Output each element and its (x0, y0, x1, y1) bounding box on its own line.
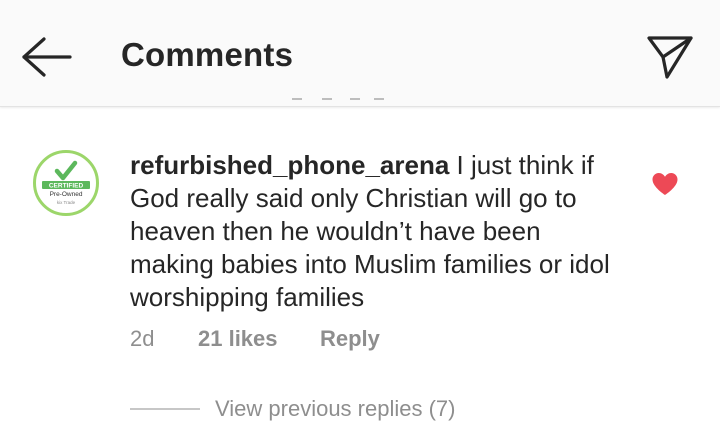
comment-body: refurbished_phone_arena I just think if … (130, 149, 630, 314)
badge-certified-text: CERTIFIED (49, 183, 84, 190)
scroll-indicator (292, 98, 384, 100)
paper-plane-icon (647, 36, 693, 79)
share-button[interactable] (645, 34, 695, 80)
arrow-left-icon (22, 37, 72, 77)
page-title: Comments (121, 36, 294, 73)
top-bar: Comments (0, 0, 720, 107)
replies-divider (130, 408, 200, 410)
heart-icon (652, 173, 678, 195)
badge-brand-text: kix Trade (57, 200, 76, 205)
avatar[interactable]: CERTIFIED Pre-Owned kix Trade (33, 150, 99, 216)
like-button[interactable] (651, 172, 679, 196)
view-previous-replies-button[interactable]: View previous replies (7) (215, 396, 455, 422)
likes-count[interactable]: 21 likes (198, 326, 278, 352)
comment-username[interactable]: refurbished_phone_arena (130, 150, 449, 180)
badge-preowned-text: Pre-Owned (50, 191, 83, 198)
reply-button[interactable]: Reply (320, 326, 380, 352)
back-button[interactable] (16, 32, 74, 82)
certified-badge-icon: CERTIFIED Pre-Owned kix Trade (42, 160, 90, 205)
comment-timestamp: 2d (130, 326, 155, 351)
